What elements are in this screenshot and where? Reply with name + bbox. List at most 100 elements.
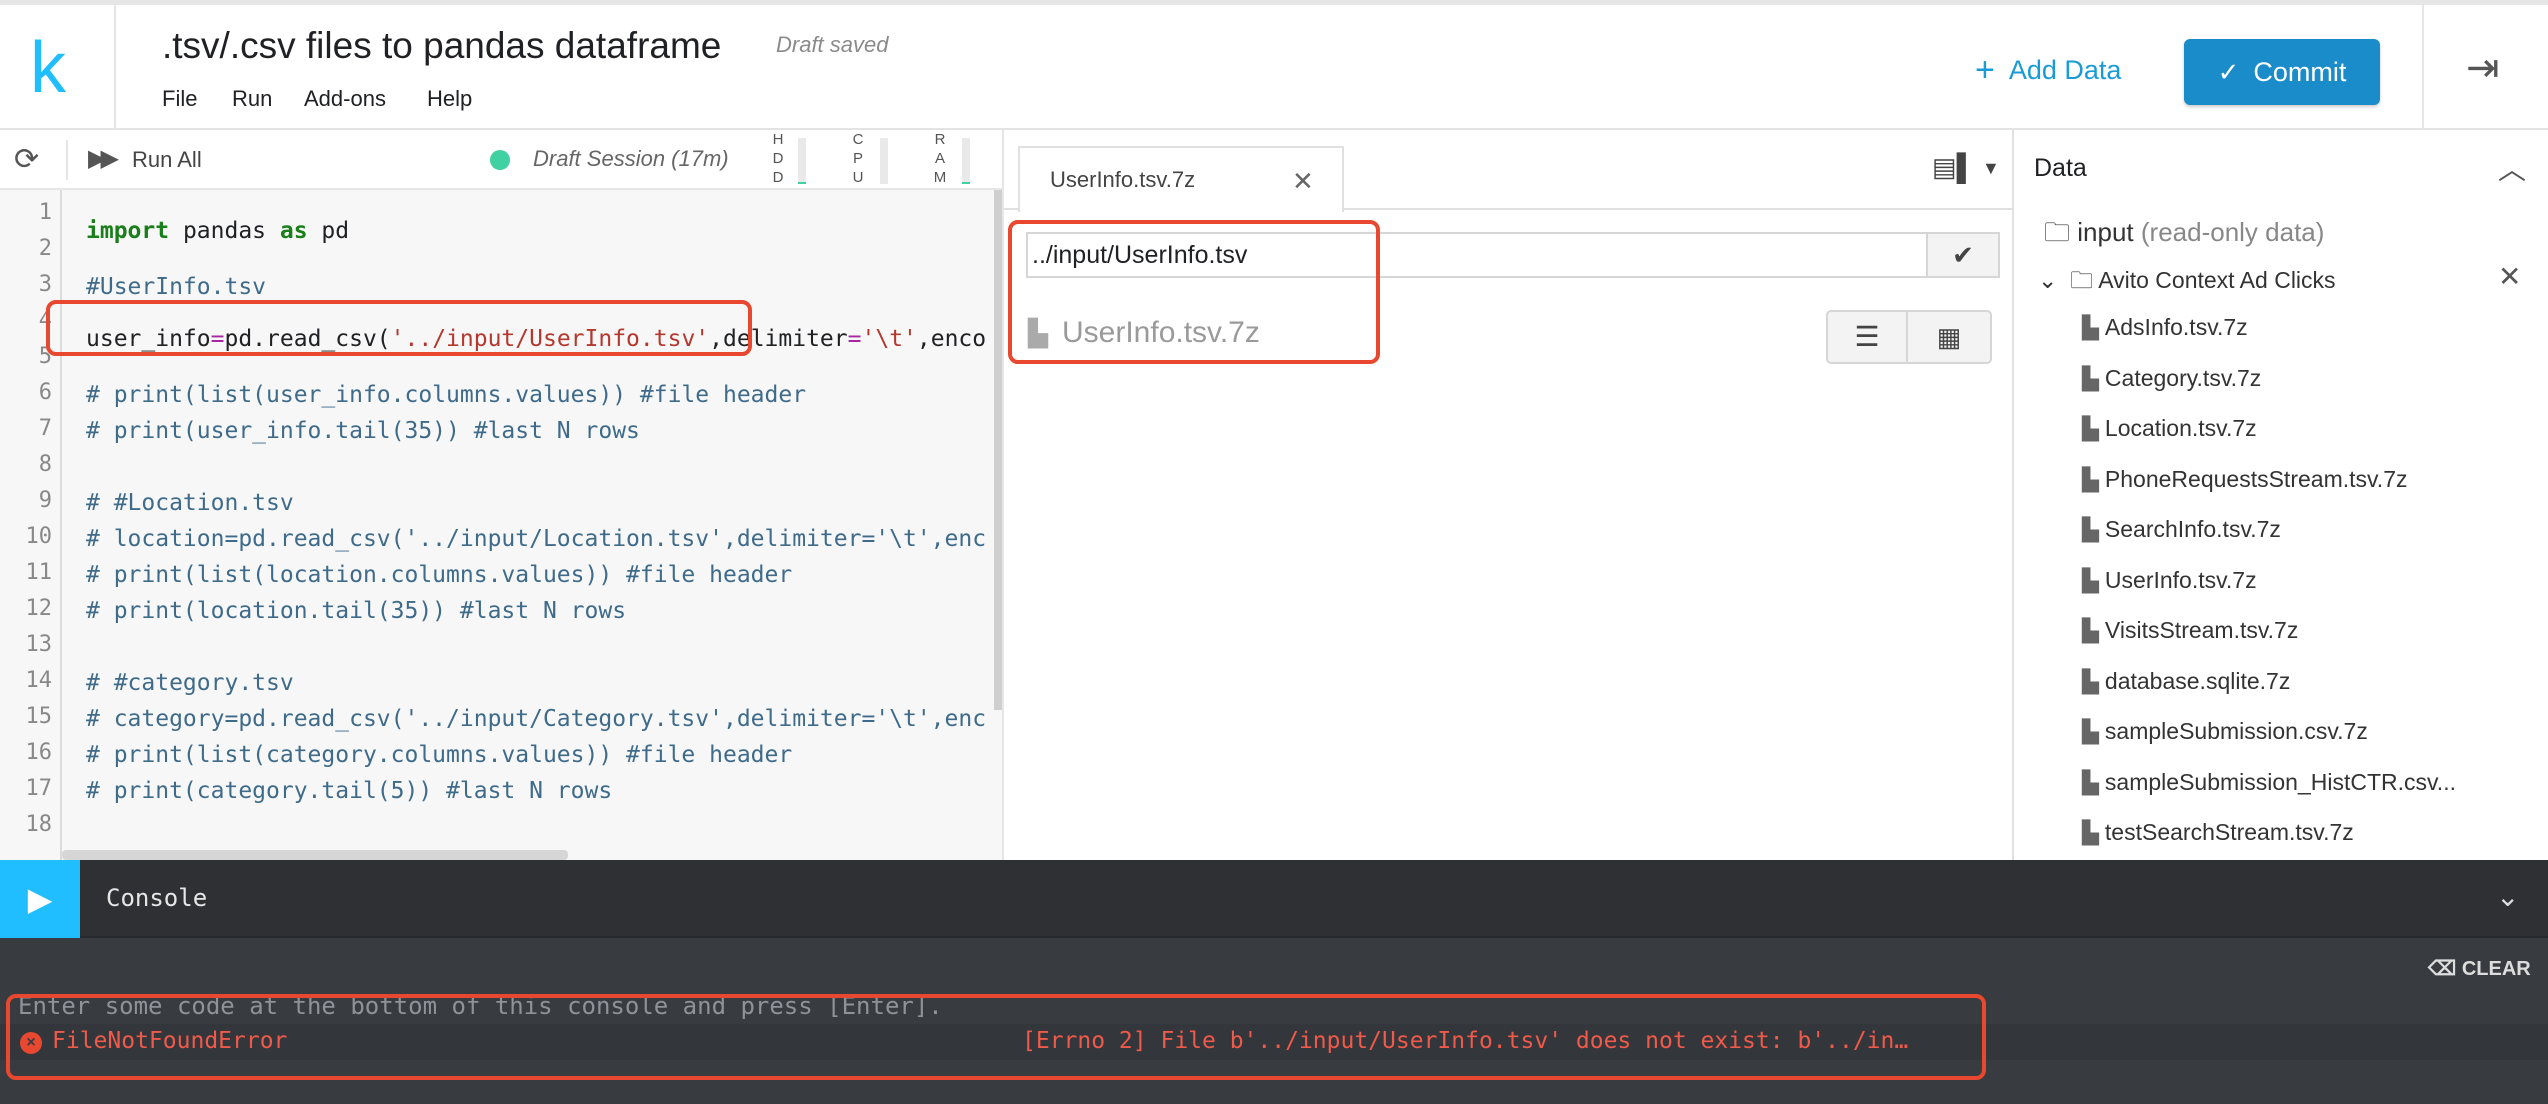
- sidebar-file-label: SearchInfo.tsv.7z: [2104, 516, 2281, 542]
- code-comment-line[interactable]: # print(list(location.columns.values)) #…: [86, 562, 792, 588]
- file-icon: ▙: [2082, 567, 2099, 593]
- code-keyword: as: [279, 218, 308, 244]
- notebook-title[interactable]: .tsv/.csv files to pandas dataframe: [162, 25, 721, 67]
- chevron-down-icon[interactable]: ▼: [1982, 158, 2000, 179]
- input-folder[interactable]: 🗀 input (read-only data): [2044, 214, 2324, 258]
- grid-icon: ▦: [1936, 322, 1962, 352]
- check-icon: ✓: [2217, 56, 2240, 87]
- refresh-icon[interactable]: ⟳: [14, 142, 39, 177]
- check-icon: ✔: [1952, 240, 1974, 270]
- code-operator: =: [847, 326, 862, 352]
- code-vertical-scrollbar[interactable]: [994, 190, 1002, 710]
- sidebar-file-label: PhoneRequestsStream.tsv.7z: [2104, 465, 2408, 492]
- chevron-down-icon[interactable]: ⌄: [2496, 880, 2519, 913]
- hdd-meter-label: HDD: [772, 131, 784, 186]
- code-comment-line[interactable]: # #category.tsv: [86, 670, 294, 696]
- line-number: 3: [38, 272, 52, 297]
- kaggle-logo[interactable]: k: [30, 27, 66, 109]
- code-comment-line[interactable]: # category=pd.read_csv('../input/Categor…: [86, 706, 986, 732]
- sidebar-file-item[interactable]: ▙ VisitsStream.tsv.7z: [2082, 617, 2298, 644]
- hdd-meter: [798, 138, 806, 184]
- layout-view-icon[interactable]: ▤▌: [1932, 152, 1975, 183]
- sidebar-file-item[interactable]: ▙ Category.tsv.7z: [2082, 365, 2261, 392]
- menu-help[interactable]: Help: [427, 86, 472, 112]
- line-number: 11: [25, 560, 53, 585]
- commit-label: Commit: [2253, 56, 2347, 87]
- sidebar-file-item[interactable]: ▙ PhoneRequestsStream.tsv.7z: [2082, 466, 2407, 493]
- run-all-icon[interactable]: ▶▶: [88, 144, 119, 173]
- sidebar-file-item[interactable]: ▙ AdsInfo.tsv.7z: [2082, 314, 2248, 341]
- code-comment-line[interactable]: # print(list(category.columns.values)) #…: [86, 742, 792, 768]
- file-icon: ▙: [2082, 769, 2099, 795]
- sidebar-file-label: Category.tsv.7z: [2104, 364, 2262, 391]
- sidebar-file-item[interactable]: ▙ sampleSubmission.csv.7z: [2082, 718, 2368, 745]
- file-icon: ▙: [2082, 820, 2099, 845]
- clear-label: CLEAR: [2461, 958, 2531, 980]
- input-folder-label: input: [2077, 217, 2134, 247]
- clear-button[interactable]: ⌫ CLEAR: [2428, 956, 2531, 981]
- code-comment-line[interactable]: # #Location.tsv: [86, 490, 294, 516]
- line-number-gutter: 1 2 3 4 5 6 7 8 9 10 11 12 13 14 15 16 17 18: [0, 190, 62, 860]
- code-comment-line[interactable]: #UserInfo.tsv: [86, 274, 266, 300]
- file-icon: ▙: [2082, 466, 2099, 492]
- sidebar-file-item[interactable]: ▙ Location.tsv.7z: [2082, 415, 2257, 442]
- file-icon: ▙: [2082, 315, 2099, 340]
- code-text: pandas: [169, 218, 280, 244]
- file-icon: ▙: [2082, 618, 2099, 643]
- play-icon[interactable]: ▶: [0, 860, 80, 938]
- console-header: ▶ Console ⌄: [0, 860, 2548, 938]
- sidebar-file-label: Location.tsv.7z: [2104, 415, 2257, 441]
- error-highlight: [6, 994, 1986, 1080]
- add-data-button[interactable]: + Add Data: [1975, 53, 2121, 87]
- file-icon: ▙: [2082, 517, 2099, 542]
- code-comment-line[interactable]: # print(list(user_info.columns.values)) …: [86, 382, 806, 408]
- menu-file[interactable]: File: [162, 86, 197, 112]
- line-number: 16: [25, 740, 53, 765]
- file-icon: ▙: [2082, 668, 2099, 694]
- code-line-1[interactable]: import pandas as pd: [86, 218, 349, 244]
- session-status-dot: [490, 150, 510, 170]
- file-tab[interactable]: UserInfo.tsv.7z ✕: [1018, 146, 1344, 212]
- code-comment-line[interactable]: # print(user_info.tail(35)) #last N rows: [86, 418, 640, 444]
- path-highlight: [1008, 220, 1380, 364]
- line-number: 1: [38, 200, 52, 225]
- commit-button[interactable]: ✓ Commit: [2184, 39, 2380, 105]
- code-comment-line[interactable]: # print(category.tail(5)) #last N rows: [86, 778, 612, 804]
- line-number: 14: [25, 668, 53, 693]
- read-csv-line-highlight: [46, 300, 752, 356]
- sidebar-file-item[interactable]: ▙ UserInfo.tsv.7z: [2082, 567, 2257, 594]
- chevron-up-icon[interactable]: ︿: [2498, 148, 2526, 188]
- code-comment-line[interactable]: # location=pd.read_csv('../input/Locatio…: [86, 526, 986, 552]
- remove-dataset-icon[interactable]: ✕: [2498, 260, 2521, 293]
- menu-addons[interactable]: Add-ons: [304, 86, 386, 112]
- sidebar-file-item[interactable]: ▙ sampleSubmission_HistCTR.csv...: [2082, 769, 2456, 796]
- sidebar-file-item[interactable]: ▙ testSearchStream.tsv.7z: [2082, 819, 2354, 846]
- code-text: ,enco: [916, 326, 987, 352]
- sidebar-file-item[interactable]: ▙ SearchInfo.tsv.7z: [2082, 516, 2281, 543]
- sidebar-title: Data: [2034, 154, 2087, 182]
- line-number: 2: [38, 236, 52, 261]
- code-editor[interactable]: 1 2 3 4 5 6 7 8 9 10 11 12 13 14 15 16 17 18 #UserInfo.ts…: [0, 190, 1002, 860]
- draft-status: Draft saved: [776, 32, 889, 57]
- list-view-button[interactable]: ☰: [1826, 310, 1908, 364]
- code-comment-line[interactable]: # print(location.tail(35)) #last N rows: [86, 598, 626, 624]
- console-title: Console: [106, 884, 208, 912]
- sidebar-file-item[interactable]: ▙ database.sqlite.7z: [2082, 668, 2290, 695]
- file-icon: ▙: [2082, 719, 2099, 744]
- sidebar-file-label: AdsInfo.tsv.7z: [2104, 314, 2248, 340]
- collapse-sidebar-icon[interactable]: ⇥: [2466, 45, 2500, 91]
- close-icon[interactable]: ✕: [1292, 166, 1314, 197]
- console-panel: ▶ Console ⌄ ⌫ CLEAR Enter some code at t…: [0, 860, 2548, 1104]
- line-number: 15: [25, 704, 53, 729]
- sidebar-file-label: UserInfo.tsv.7z: [2104, 566, 2257, 593]
- line-number: 18: [25, 812, 53, 837]
- viewer-tab-bar: UserInfo.tsv.7z ✕ ▤▌ ▼: [1004, 130, 2014, 212]
- code-horizontal-scrollbar[interactable]: [62, 850, 568, 860]
- menu-run[interactable]: Run: [232, 86, 272, 112]
- dataset-folder[interactable]: ⌄ 🗀 Avito Context Ad Clicks: [2038, 264, 2336, 303]
- run-all-button[interactable]: Run All: [132, 147, 202, 173]
- grid-view-button[interactable]: ▦: [1908, 310, 1992, 364]
- path-submit-button[interactable]: ✔: [1926, 232, 2000, 278]
- session-status[interactable]: Draft Session (17m): [533, 146, 729, 172]
- folder-icon: 🗀: [2070, 267, 2094, 293]
